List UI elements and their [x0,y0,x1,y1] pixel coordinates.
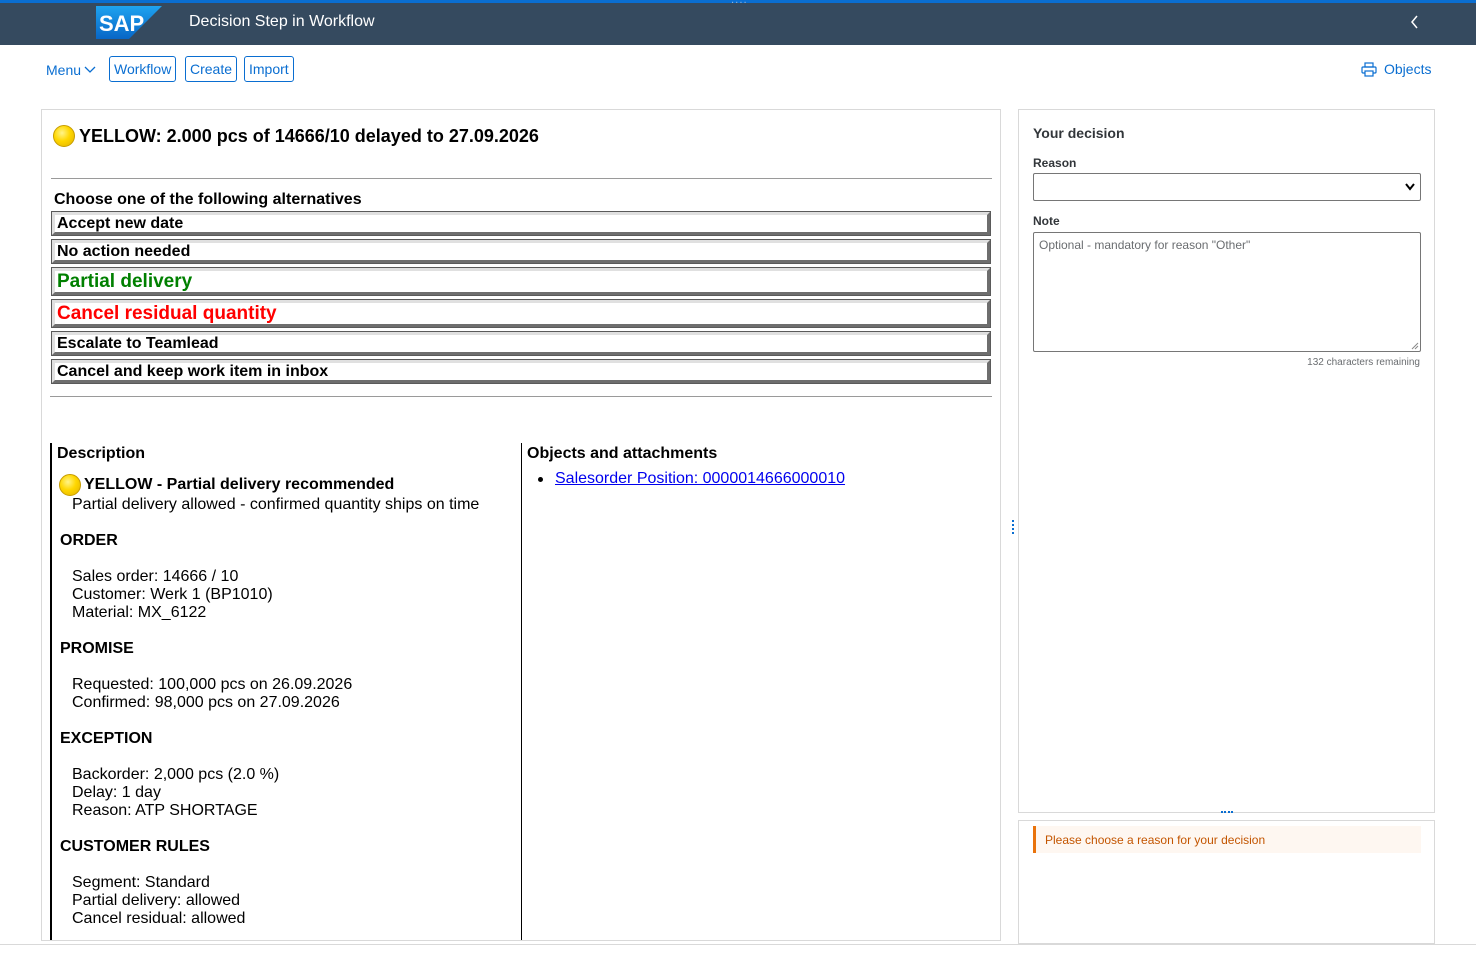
status-title-text: YELLOW - Partial delivery recommended [84,476,395,493]
yellow-status-icon [59,474,81,496]
list-bullet [538,477,543,482]
order-line: Material: MX_6122 [72,604,207,621]
alt-cancel-keep-in-inbox[interactable]: Cancel and keep work item in inbox [51,359,991,384]
chevron-left-icon [1411,15,1418,29]
sap-logo-text: SAP [99,11,144,36]
divider [51,178,992,179]
splitter-grip-icon[interactable] [1012,520,1015,534]
reason-select[interactable] [1033,173,1421,201]
message-panel: Please choose a reason for your decision [1018,820,1435,944]
alt-accept-new-date[interactable]: Accept new date [51,211,991,236]
chevron-down-icon [84,66,96,73]
exception-line: Backorder: 2,000 pcs (2.0 %) [72,766,280,783]
divider [0,944,1476,945]
characters-remaining: 132 characters remaining [1307,357,1420,368]
objects-label: Objects [1384,61,1432,77]
alt-no-action-needed[interactable]: No action needed [51,239,991,264]
customer-rules-line: Partial delivery: allowed [72,892,241,909]
order-line: Customer: Werk 1 (BP1010) [72,586,273,603]
resize-handle-icon[interactable] [1411,342,1419,350]
decision-headline: YELLOW: 2.000 pcs of 14666/10 delayed to… [53,125,539,147]
customer-rules-line: Cancel residual: allowed [72,910,246,927]
customer-rules-line: Segment: Standard [72,874,210,891]
description-column: Description YELLOW - Partial delivery re… [50,443,522,940]
promise-line: Requested: 100,000 pcs on 26.09.2026 [72,676,353,693]
promise-line: Confirmed: 98,000 pcs on 27.09.2026 [72,694,340,711]
horizontal-splitter-grip-icon[interactable] [1221,811,1233,814]
app-title: Decision Step in Workflow [189,13,375,30]
exception-line: Reason: ATP SHORTAGE [72,802,258,819]
reason-label: Reason [1033,156,1077,170]
alternatives-list: Accept new date No action needed Partial… [51,211,991,388]
warning-message: Please choose a reason for your decision [1033,826,1421,853]
your-decision-panel: Your decision Reason Note Optional - man… [1018,109,1435,813]
choose-alternatives-label: Choose one of the following alternatives [54,191,362,208]
note-placeholder: Optional - mandatory for reason "Other" [1039,238,1251,252]
divider [50,396,992,397]
customer-rules-heading: CUSTOMER RULES [60,838,210,855]
sap-logo[interactable]: SAP [96,6,162,39]
create-button[interactable]: Create [185,56,238,82]
alt-cancel-residual-quantity[interactable]: Cancel residual quantity [51,299,991,328]
printer-icon [1361,61,1377,77]
order-line: Sales order: 14666 / 10 [72,568,239,585]
toolbar: Menu Workflow Create Import Objects [0,45,1476,95]
menu-label: Menu [46,62,82,78]
decision-content-panel: YELLOW: 2.000 pcs of 14666/10 delayed to… [41,109,1001,941]
description-heading: Description [57,445,146,462]
exception-heading: EXCEPTION [60,730,153,747]
import-button[interactable]: Import [244,56,294,82]
salesorder-position-link[interactable]: Salesorder Position: 0000014666000010 [555,470,845,488]
shell-resize-grip[interactable]: ···· [731,0,748,9]
chevron-down-icon [1405,183,1415,191]
your-decision-title: Your decision [1033,125,1125,141]
exception-line: Delay: 1 day [72,784,161,801]
objects-heading: Objects and attachments [527,445,718,462]
note-textarea[interactable]: Optional - mandatory for reason "Other" [1033,232,1421,352]
decision-headline-text: YELLOW: 2.000 pcs of 14666/10 delayed to… [79,125,539,146]
promise-heading: PROMISE [60,640,134,657]
alt-partial-delivery[interactable]: Partial delivery [51,267,991,296]
yellow-status-icon [53,125,75,147]
objects-button[interactable]: Objects [1361,61,1431,77]
back-button[interactable] [1402,9,1428,35]
workflow-button[interactable]: Workflow [109,56,177,82]
alt-escalate-to-teamlead[interactable]: Escalate to Teamlead [51,331,991,356]
note-label: Note [1033,214,1060,228]
status-text: Partial delivery allowed - confirmed qua… [72,496,480,513]
order-heading: ORDER [60,532,118,549]
shell-bar: ···· SAP Decision Step in Workflow [0,0,1476,45]
status-title: YELLOW - Partial delivery recommended [59,474,394,496]
menu-button[interactable]: Menu [46,62,96,78]
